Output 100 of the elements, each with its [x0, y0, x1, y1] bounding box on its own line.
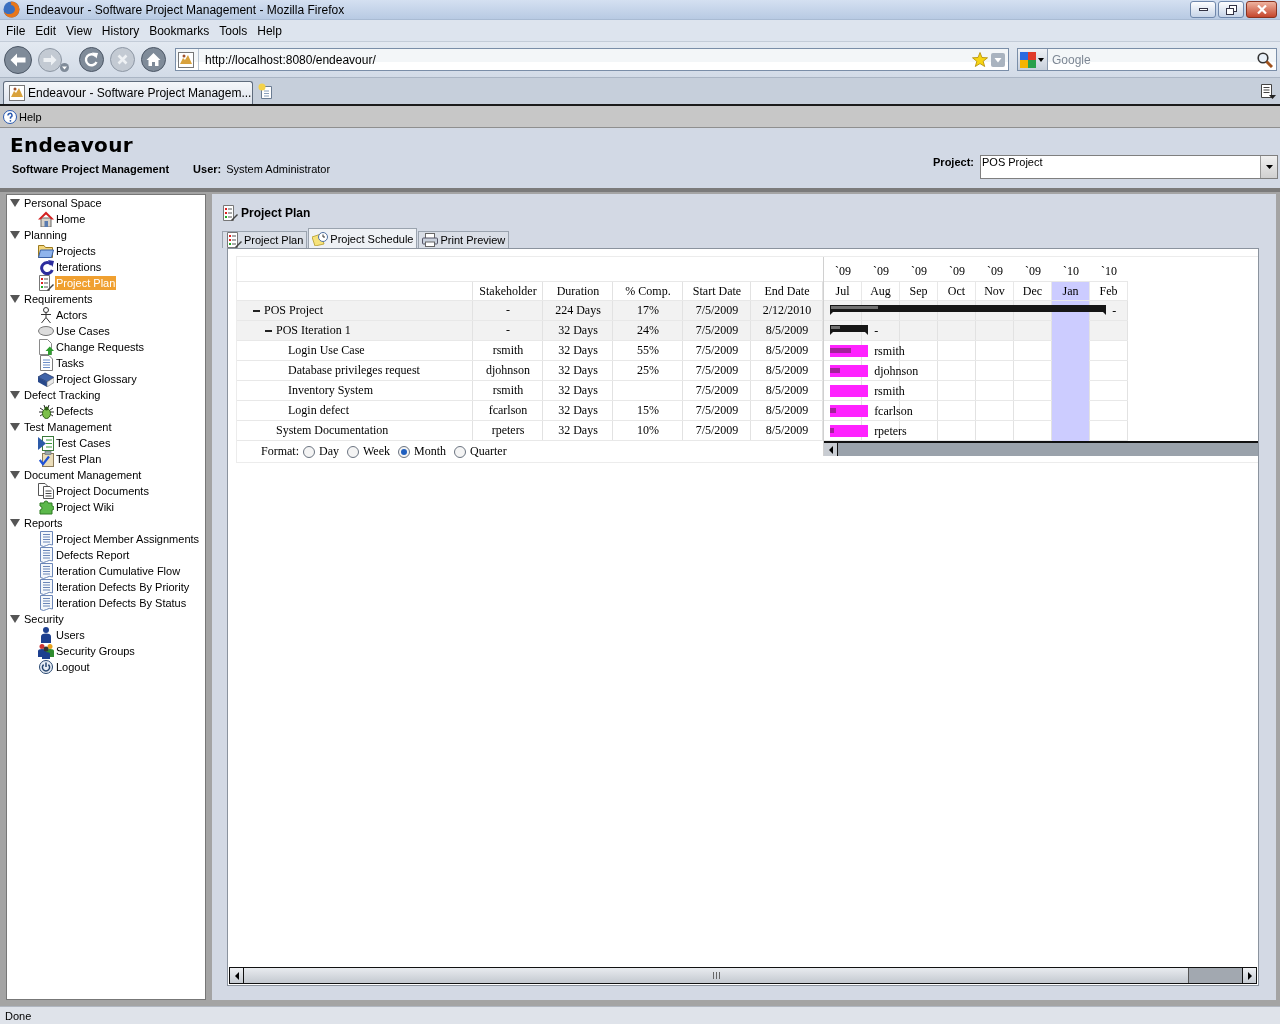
task-name: Login Use Case [288, 343, 365, 358]
browser-tab[interactable]: Endeavour - Software Project Managem... [3, 81, 253, 104]
document-arrow-icon [38, 339, 54, 355]
collapse-triangle-icon[interactable] [10, 615, 20, 623]
sidebar-group[interactable]: Security [23, 612, 65, 626]
radio-label: Quarter [470, 444, 507, 459]
sidebar-item[interactable]: Logout [55, 660, 91, 674]
radio-button[interactable] [454, 445, 467, 458]
sidebar-group[interactable]: Document Management [23, 468, 143, 482]
radio-button[interactable] [398, 445, 411, 458]
gantt-scrollbar[interactable] [824, 441, 1258, 456]
horizontal-scrollbar[interactable] [229, 967, 1257, 984]
window-title: Endeavour - Software Project Management - Mozilla Firefox [26, 2, 346, 17]
triangle-list-icon [38, 435, 54, 451]
table-cell-text: 7/5/2009 [694, 402, 740, 419]
sidebar-item[interactable]: Actors [55, 308, 89, 322]
radio-button[interactable] [347, 445, 359, 458]
sidebar-item[interactable]: Defects Report [55, 548, 131, 562]
collapse-triangle-icon[interactable] [10, 199, 20, 207]
format-label: Format: [261, 444, 299, 459]
sidebar-item[interactable]: Test Cases [55, 436, 112, 450]
sidebar-group[interactable]: Test Management [23, 420, 113, 434]
folder-icon [38, 244, 54, 258]
page-tab[interactable]: Project Schedule [308, 228, 418, 248]
sidebar-group[interactable]: Requirements [23, 292, 94, 306]
menu-item[interactable]: Help [252, 23, 287, 38]
new-tab-icon[interactable] [258, 83, 274, 99]
minimize-button[interactable] [1190, 1, 1216, 18]
collapse-triangle-icon[interactable] [10, 471, 20, 479]
bar-label: fcarlson [874, 403, 913, 420]
task-name: Inventory System [288, 383, 373, 398]
collapse-triangle-icon[interactable] [10, 519, 20, 527]
page-title: Project Plan [241, 206, 311, 220]
sidebar-item[interactable]: Test Plan [55, 452, 103, 466]
sidebar-group[interactable]: Personal Space [23, 196, 103, 210]
sidebar-item[interactable]: Security Groups [55, 644, 136, 658]
help-button[interactable]: Help [3, 109, 42, 124]
menu-item[interactable]: Edit [30, 23, 62, 38]
status-text: Done [5, 1009, 32, 1022]
sidebar-item[interactable]: Tasks [55, 356, 86, 370]
menu-item[interactable]: View [61, 23, 97, 38]
documents-icon [38, 483, 54, 499]
address-field[interactable]: http://localhost:8080/endeavour/ [175, 48, 1009, 71]
tab-list-icon[interactable] [1260, 83, 1276, 99]
menu-item[interactable]: Bookmarks [144, 23, 215, 38]
table-cell-text: rpeters [490, 422, 526, 439]
sidebar-item[interactable]: Project Documents [55, 484, 150, 498]
menu-item[interactable]: File [1, 23, 31, 38]
sidebar-item[interactable]: Project Member Assignments [55, 532, 201, 546]
year-label: `09 [834, 263, 852, 280]
collapse-triangle-icon[interactable] [10, 231, 20, 239]
column-header: Stakeholder [478, 282, 538, 300]
project-select[interactable]: POS Project [980, 155, 1278, 179]
radio-button[interactable] [303, 445, 315, 458]
document-icon [39, 547, 53, 563]
dropdown-button[interactable] [1260, 156, 1277, 178]
scroll-left-button[interactable] [230, 968, 244, 983]
sidebar-item[interactable]: Change Requests [55, 340, 146, 354]
year-label: `09 [872, 263, 890, 280]
sidebar-item[interactable]: Use Cases [55, 324, 111, 338]
collapse-triangle-icon[interactable] [10, 391, 20, 399]
page-tab[interactable]: Print Preview [418, 231, 510, 248]
table-cell-text: 7/5/2009 [694, 422, 740, 439]
sidebar-item[interactable]: Project Glossary [55, 372, 138, 386]
scroll-right-button[interactable] [1242, 968, 1256, 983]
collapse-icon[interactable] [265, 329, 272, 332]
collapse-icon[interactable] [253, 309, 260, 312]
home-icon[interactable] [141, 47, 166, 72]
menu-item[interactable]: Tools [214, 23, 253, 38]
radio-label: Month [414, 444, 447, 459]
search-icon[interactable] [1257, 51, 1273, 68]
star-icon[interactable] [972, 52, 988, 67]
scrollbar-thumb[interactable] [244, 968, 1189, 983]
sidebar-item[interactable]: Defects [55, 404, 95, 418]
page-tab[interactable]: Project Plan [222, 231, 308, 248]
menu-item[interactable]: History [96, 23, 145, 38]
sidebar-item[interactable]: Project Wiki [55, 500, 116, 514]
collapse-triangle-icon[interactable] [10, 295, 20, 303]
sidebar-group[interactable]: Planning [23, 228, 68, 242]
sidebar-item[interactable]: Projects [55, 244, 97, 258]
sidebar-item[interactable]: Home [55, 212, 87, 226]
sidebar-item[interactable]: Iterations [55, 260, 103, 274]
column-header: % Comp. [624, 282, 672, 300]
scroll-left-button[interactable] [824, 443, 838, 456]
puzzle-piece-icon [38, 499, 54, 515]
sidebar-item[interactable]: Iteration Defects By Priority [55, 580, 191, 594]
close-button[interactable] [1246, 1, 1277, 18]
dropdown-caret-icon[interactable] [60, 63, 69, 72]
sidebar-item[interactable]: Iteration Cumulative Flow [55, 564, 182, 578]
task-name: Database privileges request [288, 363, 420, 378]
restore-button[interactable] [1218, 1, 1244, 18]
sidebar-item[interactable]: Users [55, 628, 86, 642]
table-cell-text: 8/5/2009 [764, 322, 810, 339]
sidebar-item[interactable]: Iteration Defects By Status [55, 596, 188, 610]
table-cell-text: - [505, 302, 511, 319]
sidebar-group[interactable]: Defect Tracking [23, 388, 102, 402]
sidebar-group[interactable]: Reports [23, 516, 64, 530]
search-engine-button[interactable] [1018, 49, 1048, 70]
collapse-triangle-icon[interactable] [10, 423, 20, 431]
table-cell-text: 7/5/2009 [694, 362, 740, 379]
